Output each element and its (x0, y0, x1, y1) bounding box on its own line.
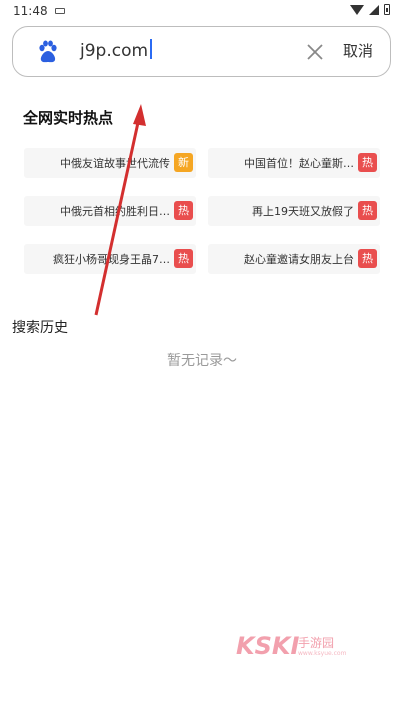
watermark-logo: KSKI 手游园 www.ksyue.com (236, 630, 356, 664)
text-caret (150, 39, 152, 59)
hot-item[interactable]: 中俄元首相约胜利日… 热 (24, 196, 196, 226)
battery-icon (384, 4, 390, 15)
hot-item-text: 中国首位！赵心童斯… (244, 157, 354, 170)
hot-item-text: 中俄友谊故事世代流传 (60, 157, 170, 170)
hot-item[interactable]: 中俄友谊故事世代流传 新 (24, 148, 196, 178)
hot-item[interactable]: 中国首位！赵心童斯… 热 (208, 148, 380, 178)
hot-badge: 热 (174, 249, 193, 268)
cancel-button[interactable]: 取消 (343, 40, 373, 61)
hot-item-text: 中俄元首相约胜利日… (60, 205, 170, 218)
hot-item[interactable]: 疯狂小杨哥现身王晶7… 热 (24, 244, 196, 274)
status-icons (350, 4, 390, 15)
hot-section-title: 全网实时热点 (23, 109, 114, 127)
status-bar: 11:48 (0, 0, 404, 24)
wifi-icon (350, 4, 364, 15)
status-time: 11:48 (13, 4, 48, 18)
watermark-cn: 手游园 (298, 636, 335, 650)
watermark-url: www.ksyue.com (298, 650, 347, 657)
clear-icon[interactable] (305, 42, 325, 62)
empty-history-hint: 暂无记录～ (167, 353, 237, 369)
hot-item-text: 疯狂小杨哥现身王晶7… (53, 253, 170, 266)
watermark-logo-text: KSKI (236, 632, 300, 660)
hot-badge: 热 (358, 153, 377, 172)
search-history-title: 搜索历史 (12, 320, 68, 336)
hot-item[interactable]: 再上19天班又放假了 热 (208, 196, 380, 226)
hot-badge: 热 (358, 249, 377, 268)
new-badge: 新 (174, 153, 193, 172)
hot-badge: 热 (174, 201, 193, 220)
message-notification-icon (55, 8, 65, 14)
hot-item[interactable]: 赵心童邀请女朋友上台 热 (208, 244, 380, 274)
search-bar[interactable]: j9p.com 取消 (12, 26, 391, 77)
baidu-paw-icon (39, 40, 57, 63)
hot-item-text: 再上19天班又放假了 (252, 205, 354, 218)
hot-badge: 热 (358, 201, 377, 220)
hot-item-text: 赵心童邀请女朋友上台 (244, 253, 354, 266)
search-input[interactable]: j9p.com (80, 39, 152, 61)
search-input-text: j9p.com (80, 41, 149, 61)
signal-icon (369, 4, 379, 15)
